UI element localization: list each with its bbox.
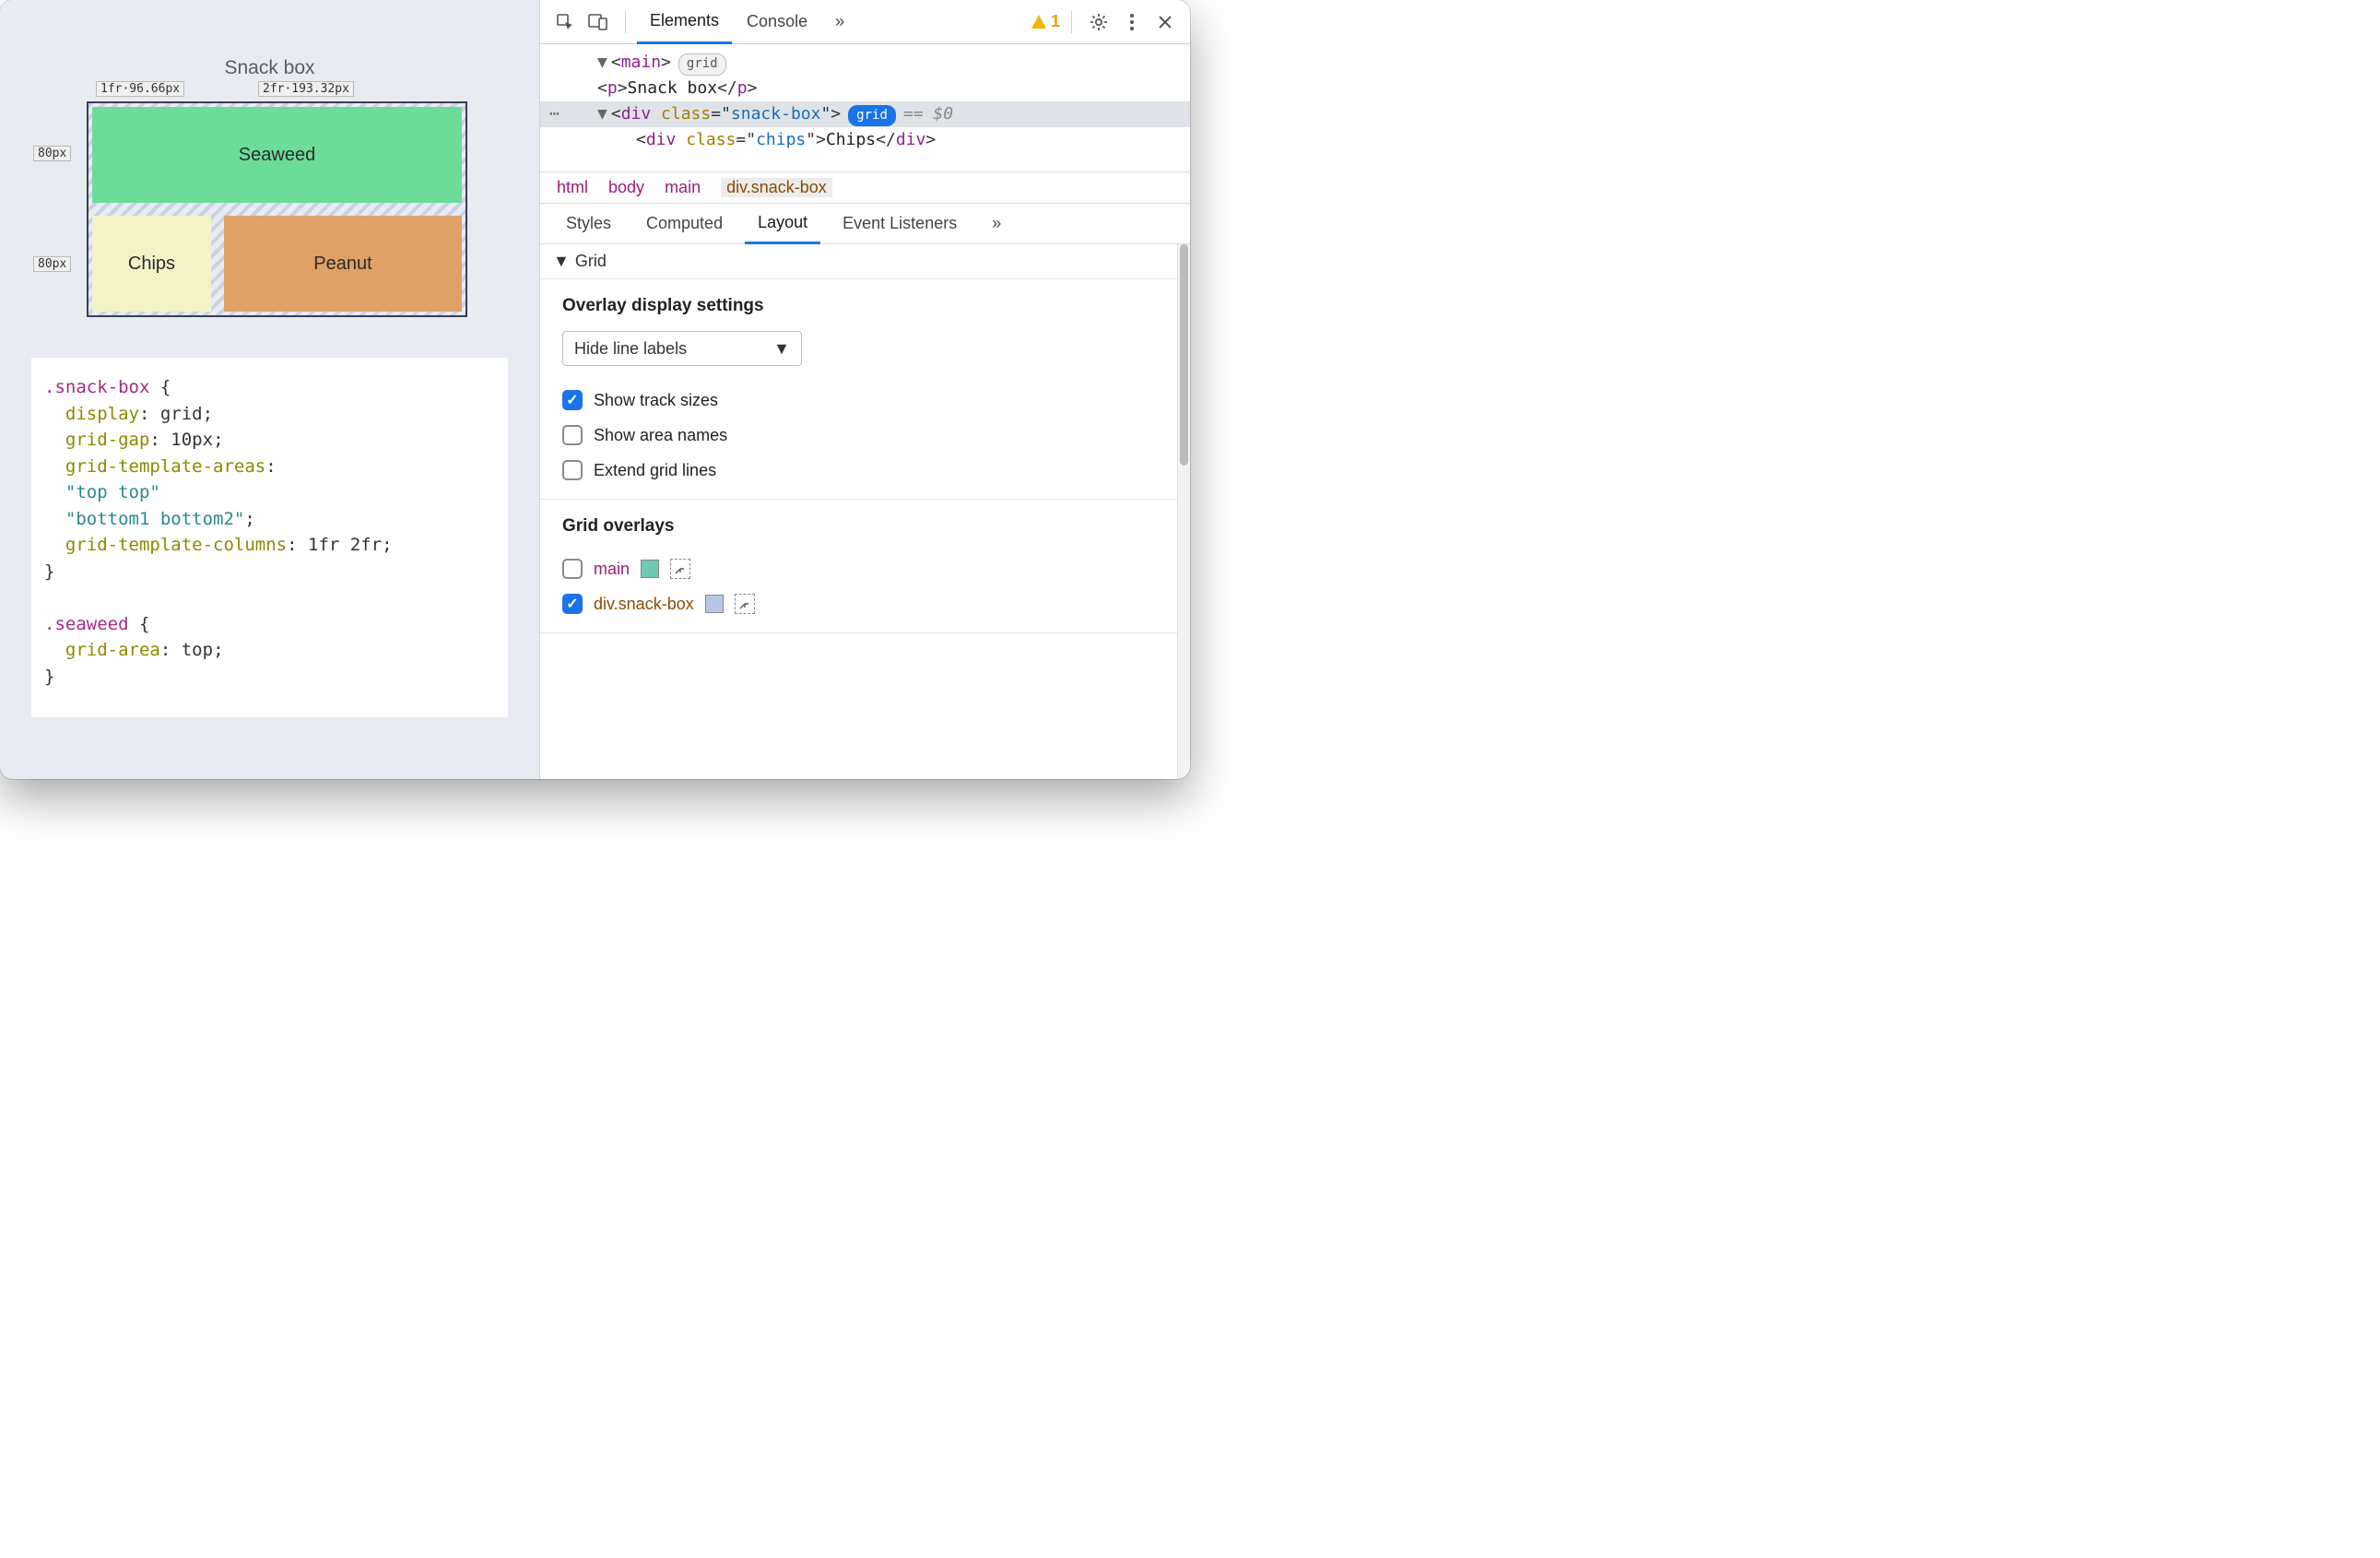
grid-overlay-label[interactable]: main [594, 560, 630, 579]
subtab-computed[interactable]: Computed [633, 204, 736, 243]
overlay-settings-heading: Overlay display settings [562, 296, 1155, 316]
dom-tree-row[interactable]: <div class="chips">Chips</div> [546, 127, 1179, 153]
subtab-styles[interactable]: Styles [553, 204, 624, 243]
grid-overlay-label[interactable]: div.snack-box [594, 595, 694, 614]
styles-subtabs: Styles Computed Layout Event Listeners » [540, 204, 1190, 244]
grid-overlay-row[interactable]: div.snack-box [562, 586, 1155, 621]
overlay-highlight-icon[interactable] [735, 594, 755, 614]
overlay-color-swatch[interactable] [705, 595, 724, 613]
disclosure-triangle-icon: ▼ [553, 252, 570, 271]
overlay-option-row[interactable]: Show track sizes [562, 383, 1155, 418]
toolbar-separator [625, 11, 626, 33]
grid-section-header[interactable]: ▼ Grid [540, 244, 1177, 279]
checkbox[interactable] [562, 425, 583, 445]
dom-tree[interactable]: ▼<main>grid<p>Snack box</p>▼<div class="… [540, 44, 1190, 171]
subtab-event-listeners[interactable]: Event Listeners [830, 204, 970, 243]
gear-icon[interactable] [1083, 8, 1114, 36]
breadcrumb[interactable]: html body main div.snack-box [540, 171, 1190, 204]
track-size-row1: 80px [33, 146, 71, 161]
overlay-color-swatch[interactable] [641, 560, 659, 578]
grid-cell-peanut: Peanut [224, 216, 462, 312]
grid-cell-chips: Chips [92, 216, 211, 312]
grid-cell-seaweed: Seaweed [92, 107, 462, 203]
scrollbar[interactable] [1177, 244, 1190, 779]
overlay-option-row[interactable]: Extend grid lines [562, 453, 1155, 488]
toolbar-separator [1071, 11, 1072, 33]
close-icon[interactable] [1149, 8, 1181, 36]
line-labels-select[interactable]: Hide line labels ▼ [562, 331, 802, 366]
subtabs-overflow[interactable]: » [979, 204, 1014, 243]
checkbox[interactable] [562, 594, 583, 614]
overlay-option-label: Show track sizes [594, 391, 718, 410]
rendered-page-pane: Snack box 1fr·96.66px 2fr·193.32px 80px … [0, 0, 539, 779]
breadcrumb-item[interactable]: html [557, 178, 588, 197]
breadcrumb-current[interactable]: div.snack-box [721, 178, 832, 197]
tab-elements[interactable]: Elements [637, 1, 732, 44]
grid-overlays-heading: Grid overlays [562, 516, 1155, 537]
snack-box-grid-wrap: 1fr·96.66px 2fr·193.32px 80px 80px Seawe… [87, 101, 467, 317]
tabs-overflow[interactable]: » [822, 0, 857, 43]
warning-badge[interactable]: 1 [1031, 12, 1060, 31]
chevron-down-icon: ▼ [773, 339, 790, 359]
overlay-display-settings: Overlay display settings Hide line label… [540, 279, 1177, 500]
snack-box-grid[interactable]: Seaweed Chips Peanut [87, 101, 467, 317]
kebab-icon[interactable] [1116, 8, 1148, 36]
breadcrumb-item[interactable]: body [608, 178, 644, 197]
layout-panel: ▼ Grid Overlay display settings Hide lin… [540, 244, 1190, 779]
grid-overlay-row[interactable]: main [562, 551, 1155, 586]
dom-tree-row[interactable]: ▼<div class="snack-box">grid== $0 [540, 101, 1190, 127]
device-toggle-icon[interactable] [583, 8, 614, 36]
scrollbar-thumb[interactable] [1180, 244, 1188, 466]
overlay-option-label: Extend grid lines [594, 461, 716, 480]
checkbox[interactable] [562, 390, 583, 410]
checkbox[interactable] [562, 559, 583, 579]
devtools-toolbar: Elements Console » 1 [540, 0, 1190, 44]
layout-panel-scroll[interactable]: ▼ Grid Overlay display settings Hide lin… [540, 244, 1177, 779]
select-value: Hide line labels [574, 339, 687, 359]
overlay-option-row[interactable]: Show area names [562, 418, 1155, 453]
page-title: Snack box [31, 57, 508, 79]
checkbox[interactable] [562, 460, 583, 480]
tab-console[interactable]: Console [734, 0, 820, 43]
dom-tree-row[interactable]: <p>Snack box</p> [546, 76, 1179, 101]
breadcrumb-item[interactable]: main [665, 178, 701, 197]
css-code-panel[interactable]: .snack-box { display: grid; grid-gap: 10… [31, 358, 508, 717]
grid-overlays-section: Grid overlays main div.snack-box [540, 500, 1177, 633]
track-size-col1: 1fr·96.66px [96, 81, 184, 97]
overlay-highlight-icon[interactable] [670, 559, 690, 579]
devtools-pane: Elements Console » 1 ▼<main>grid<p>Snack… [539, 0, 1190, 779]
grid-section-label: Grid [575, 252, 607, 271]
inspect-icon[interactable] [549, 8, 581, 36]
dom-tree-row[interactable]: ▼<main>grid [546, 50, 1179, 76]
subtab-layout[interactable]: Layout [745, 205, 820, 244]
warning-count: 1 [1051, 12, 1060, 31]
track-size-row2: 80px [33, 256, 71, 272]
track-size-col2: 2fr·193.32px [258, 81, 354, 97]
devtools-window: Snack box 1fr·96.66px 2fr·193.32px 80px … [0, 0, 1190, 779]
overlay-option-label: Show area names [594, 426, 727, 445]
